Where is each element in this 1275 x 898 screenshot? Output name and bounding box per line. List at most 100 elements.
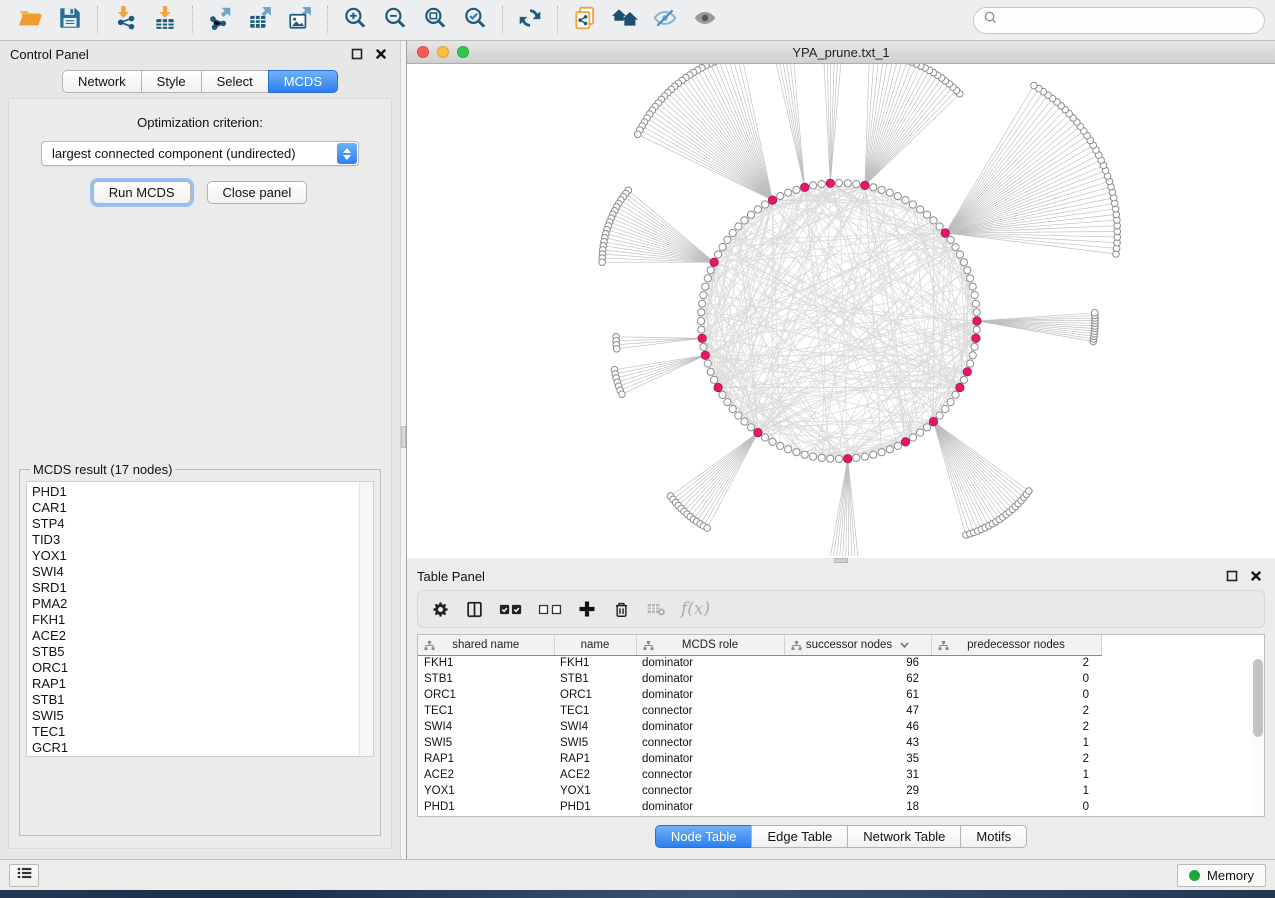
table-cell[interactable]: 1: [931, 783, 1101, 799]
table-cell[interactable]: RAP1: [554, 751, 636, 767]
network-node[interactable]: [844, 180, 851, 187]
table-cell[interactable]: 2: [931, 719, 1101, 735]
table-cell[interactable]: dominator: [636, 671, 784, 687]
network-node[interactable]: [1031, 82, 1038, 89]
table-cell[interactable]: dominator: [636, 687, 784, 703]
table-cell[interactable]: 0: [931, 687, 1101, 703]
network-node[interactable]: [619, 391, 626, 398]
zoom-fit-button[interactable]: [415, 3, 455, 37]
select-all-icon[interactable]: [499, 601, 523, 618]
network-node[interactable]: [942, 405, 949, 412]
network-node[interactable]: [886, 446, 893, 453]
table-cell[interactable]: ACE2: [554, 767, 636, 783]
network-node[interactable]: [1026, 488, 1033, 495]
table-row[interactable]: PHD1PHD1dominator180: [418, 799, 1101, 815]
splitter-grip[interactable]: [834, 558, 848, 563]
mcds-result-item[interactable]: STB1: [32, 692, 357, 708]
network-node[interactable]: [735, 223, 742, 230]
table-cell[interactable]: FKH1: [554, 655, 636, 671]
network-node[interactable]: [902, 197, 909, 204]
network-node[interactable]: [724, 399, 731, 406]
import-network-button[interactable]: [105, 3, 145, 37]
scrollbar-thumb[interactable]: [1253, 659, 1263, 737]
table-cell[interactable]: 0: [931, 671, 1101, 687]
network-node[interactable]: [936, 223, 943, 230]
memory-button[interactable]: Memory: [1177, 864, 1266, 887]
tab-motifs[interactable]: Motifs: [960, 825, 1027, 848]
network-node[interactable]: [762, 201, 769, 208]
mcds-result-item[interactable]: CAR1: [32, 500, 357, 516]
network-window-titlebar[interactable]: YPA_prune.txt_1: [407, 41, 1275, 64]
table-cell[interactable]: SWI5: [418, 735, 554, 751]
mcds-result-item[interactable]: STP4: [32, 516, 357, 532]
table-cell[interactable]: 43: [784, 735, 931, 751]
list-scrollbar[interactable]: [359, 482, 373, 756]
network-node[interactable]: [967, 275, 974, 282]
float-panel-icon[interactable]: [348, 45, 366, 63]
table-cell[interactable]: 29: [784, 783, 931, 799]
table-cell[interactable]: dominator: [636, 799, 784, 815]
mcds-hub-node[interactable]: [861, 181, 869, 189]
network-node[interactable]: [870, 184, 877, 191]
tab-style[interactable]: Style: [141, 70, 202, 93]
tab-edge-table[interactable]: Edge Table: [751, 825, 848, 848]
table-cell[interactable]: TEC1: [554, 703, 636, 719]
panel-menu-button[interactable]: [9, 864, 39, 887]
network-node[interactable]: [711, 376, 718, 383]
network-node[interactable]: [762, 434, 769, 441]
node-table[interactable]: shared namenameMCDS rolesuccessor nodesp…: [417, 634, 1265, 817]
column-header-name[interactable]: name: [554, 635, 636, 655]
network-node[interactable]: [747, 211, 754, 218]
table-row[interactable]: ORC1ORC1dominator610: [418, 687, 1101, 703]
mcds-result-item[interactable]: SWI4: [32, 564, 357, 580]
export-table-button[interactable]: [240, 3, 280, 37]
mcds-hub-node[interactable]: [768, 196, 776, 204]
mcds-hub-node[interactable]: [901, 438, 909, 446]
network-node[interactable]: [878, 449, 885, 456]
network-node[interactable]: [707, 368, 714, 375]
network-node[interactable]: [818, 181, 825, 188]
search-input[interactable]: [998, 13, 1255, 28]
close-panel-icon[interactable]: [372, 45, 390, 63]
hide-panels-button[interactable]: [645, 3, 685, 37]
network-node[interactable]: [700, 292, 707, 299]
table-cell[interactable]: dominator: [636, 655, 784, 671]
table-cell[interactable]: 46: [784, 719, 931, 735]
show-panels-button[interactable]: [685, 3, 725, 37]
network-node[interactable]: [930, 217, 937, 224]
network-node[interactable]: [827, 455, 834, 462]
table-cell[interactable]: SWI4: [418, 719, 554, 735]
mcds-result-item[interactable]: GCR1: [32, 740, 357, 756]
open-file-button[interactable]: [10, 3, 50, 37]
export-network-button[interactable]: [200, 3, 240, 37]
table-cell[interactable]: 18: [784, 799, 931, 815]
network-canvas[interactable]: [407, 64, 1275, 558]
network-node[interactable]: [917, 206, 924, 213]
table-cell[interactable]: connector: [636, 703, 784, 719]
table-cell[interactable]: TEC1: [418, 703, 554, 719]
mcds-result-item[interactable]: PHD1: [32, 484, 357, 500]
table-cell[interactable]: 61: [784, 687, 931, 703]
table-cell[interactable]: YOX1: [554, 783, 636, 799]
network-node[interactable]: [715, 251, 722, 258]
network-node[interactable]: [964, 267, 971, 274]
table-cell[interactable]: 2: [931, 655, 1101, 671]
network-node[interactable]: [704, 525, 711, 532]
table-row[interactable]: TEC1TEC1connector472: [418, 703, 1101, 719]
network-node[interactable]: [702, 283, 709, 290]
network-node[interactable]: [704, 360, 711, 367]
mcds-hub-node[interactable]: [973, 317, 981, 325]
network-node[interactable]: [729, 405, 736, 412]
mcds-result-item[interactable]: RAP1: [32, 676, 357, 692]
network-node[interactable]: [810, 453, 817, 460]
network-node[interactable]: [972, 300, 979, 307]
network-node[interactable]: [960, 376, 967, 383]
table-cell[interactable]: dominator: [636, 751, 784, 767]
network-node[interactable]: [700, 343, 707, 350]
sort-chevron-icon[interactable]: [900, 639, 909, 651]
mcds-hub-node[interactable]: [929, 417, 937, 425]
tab-network[interactable]: Network: [62, 70, 142, 93]
table-cell[interactable]: 47: [784, 703, 931, 719]
network-node[interactable]: [613, 346, 620, 353]
window-zoom-icon[interactable]: [457, 46, 469, 58]
